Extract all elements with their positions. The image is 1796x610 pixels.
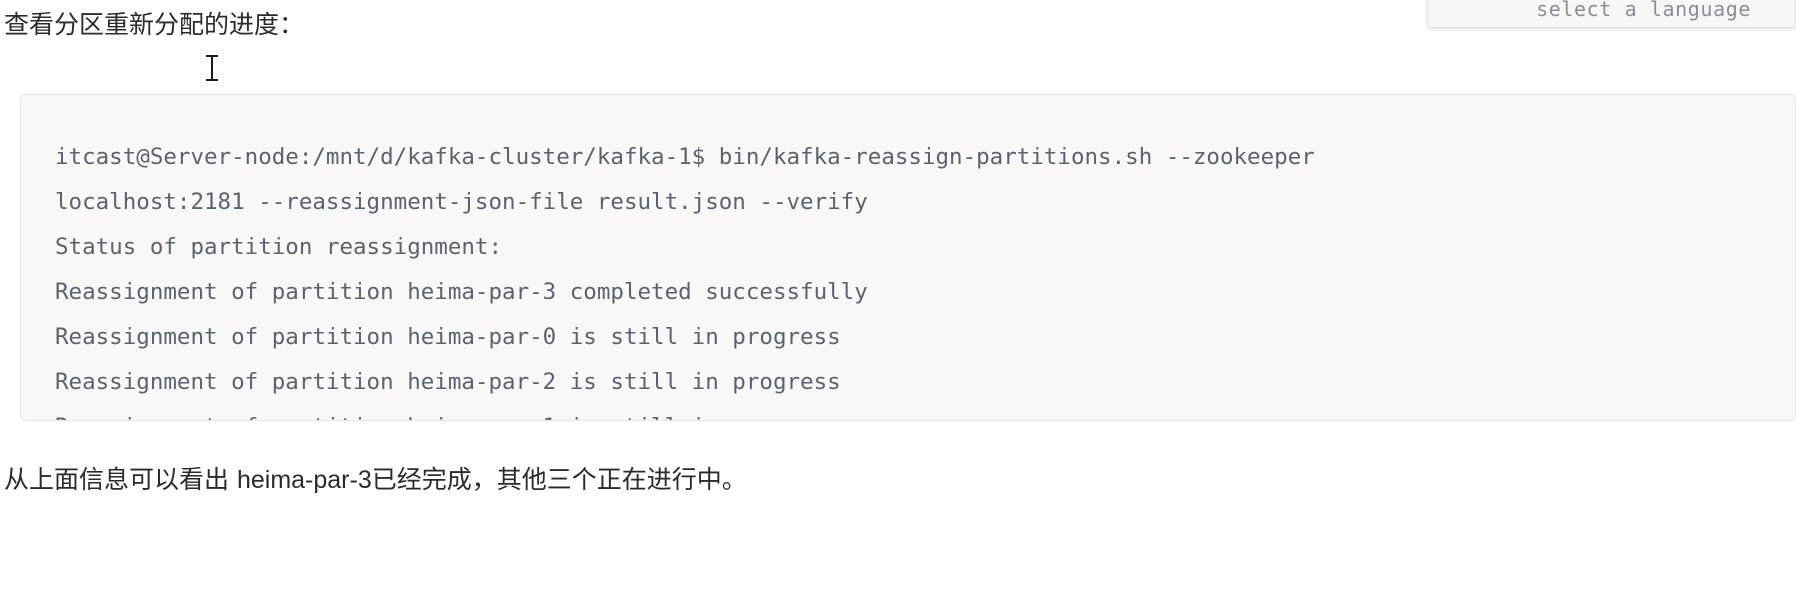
conclusion-paragraph: 从上面信息可以看出 heima-par-3已经完成，其他三个正在进行中。 [4,462,747,498]
code-line: localhost:2181 --reassignment-json-file … [55,188,868,215]
conclusion-partition-name: heima-par-3 [236,466,372,494]
code-line: Reassignment of partition heima-par-2 is… [55,368,841,395]
code-line: Reassignment of partition heima-par-1 is… [55,405,1795,421]
select-a-language-label: select a language [1536,0,1751,21]
code-block-content: itcast@Server-node:/mnt/d/kafka-cluster/… [55,135,1795,421]
code-line: itcast@Server-node:/mnt/d/kafka-cluster/… [55,143,1315,170]
text-cursor-icon [205,54,219,82]
code-line: Status of partition reassignment: [55,233,503,260]
text-cursor-bottom-serif [206,79,218,81]
text-cursor-top-serif [206,55,218,57]
select-a-language-popover[interactable]: select a language [1427,0,1796,28]
conclusion-prefix-text: 从上面信息可以看出 [4,465,237,494]
text-cursor-stem [211,56,213,80]
page-intro-heading: 查看分区重新分配的进度： [4,10,305,39]
code-line: Reassignment of partition heima-par-0 is… [55,323,841,350]
terminal-code-block[interactable]: itcast@Server-node:/mnt/d/kafka-cluster/… [20,94,1796,421]
conclusion-suffix-text: 已经完成，其他三个正在进行中。 [371,465,747,494]
code-line: Reassignment of partition heima-par-3 co… [55,278,868,305]
